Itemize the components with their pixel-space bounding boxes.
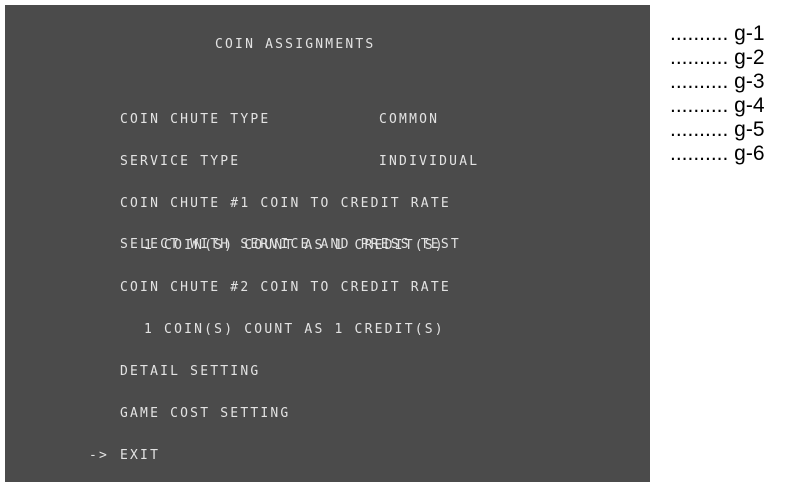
- annotation-g-5: .......... g-5: [670, 118, 765, 141]
- annotation-g-1: .......... g-1: [670, 22, 765, 45]
- annotation-g-4: .......... g-4: [670, 94, 765, 117]
- menu-item-coin-chute-type[interactable]: COIN CHUTE TYPE COMMON: [89, 113, 451, 127]
- menu-item-detail: 1 COIN(S) COUNT AS 1 CREDIT(S): [144, 322, 445, 337]
- menu-item-label: SERVICE TYPE: [120, 154, 241, 169]
- cursor-placeholder: [89, 239, 120, 253]
- selection-cursor: ->: [89, 448, 110, 463]
- annotation-g-2: .......... g-2: [670, 46, 765, 69]
- instruction-text: SELECT WITH SERVICE AND PRESS TEST: [120, 237, 461, 252]
- menu-item-label: EXIT: [120, 448, 161, 463]
- menu-item-label: COIN CHUTE TYPE: [120, 112, 271, 127]
- menu-item-label: DETAIL SETTING: [120, 364, 261, 379]
- screen-title: COIN ASSIGNMENTS: [215, 37, 376, 52]
- annotation-g-3: .......... g-3: [670, 70, 765, 93]
- menu-item-coin-chute-1-rate[interactable]: COIN CHUTE #1 COIN TO CREDIT RATE: [89, 197, 451, 211]
- menu-item-value: COMMON: [379, 112, 440, 127]
- coin-assignments-menu: COIN CHUTE TYPE COMMON SERVICE TYPE INDI…: [89, 85, 477, 487]
- menu-item-label: COIN CHUTE #2 COIN TO CREDIT RATE: [120, 280, 451, 295]
- annotation-g-6: .......... g-6: [670, 142, 765, 165]
- cursor-placeholder: [89, 365, 120, 379]
- page: COIN ASSIGNMENTS COIN CHUTE TYPE COMMON …: [0, 0, 808, 487]
- cursor-placeholder: [89, 197, 120, 211]
- menu-item-service-type[interactable]: SERVICE TYPE INDIVIDUAL: [89, 154, 477, 169]
- cursor-placeholder: [89, 281, 120, 295]
- annotation-list: .......... g-1 .......... g-2 ..........…: [670, 22, 765, 166]
- menu-item-game-cost-setting[interactable]: GAME COST SETTING: [89, 407, 451, 421]
- menu-item-label: GAME COST SETTING: [120, 406, 291, 421]
- menu-item-coin-chute-2-count: 1 COIN(S) COUNT AS 1 CREDIT(S): [89, 323, 451, 337]
- menu-item-value: INDIVIDUAL: [379, 154, 480, 169]
- menu-item-exit[interactable]: -> EXIT: [89, 449, 451, 463]
- cursor-placeholder: [89, 323, 120, 337]
- cursor-placeholder: [89, 113, 120, 127]
- menu-item-detail-setting[interactable]: DETAIL SETTING: [89, 365, 451, 379]
- cursor-placeholder: [89, 155, 120, 169]
- game-test-screen: COIN ASSIGNMENTS COIN CHUTE TYPE COMMON …: [5, 5, 650, 482]
- menu-item-coin-chute-2-rate[interactable]: COIN CHUTE #2 COIN TO CREDIT RATE: [89, 281, 451, 295]
- cursor-placeholder: [89, 407, 120, 421]
- menu-item-label: COIN CHUTE #1 COIN TO CREDIT RATE: [120, 196, 451, 211]
